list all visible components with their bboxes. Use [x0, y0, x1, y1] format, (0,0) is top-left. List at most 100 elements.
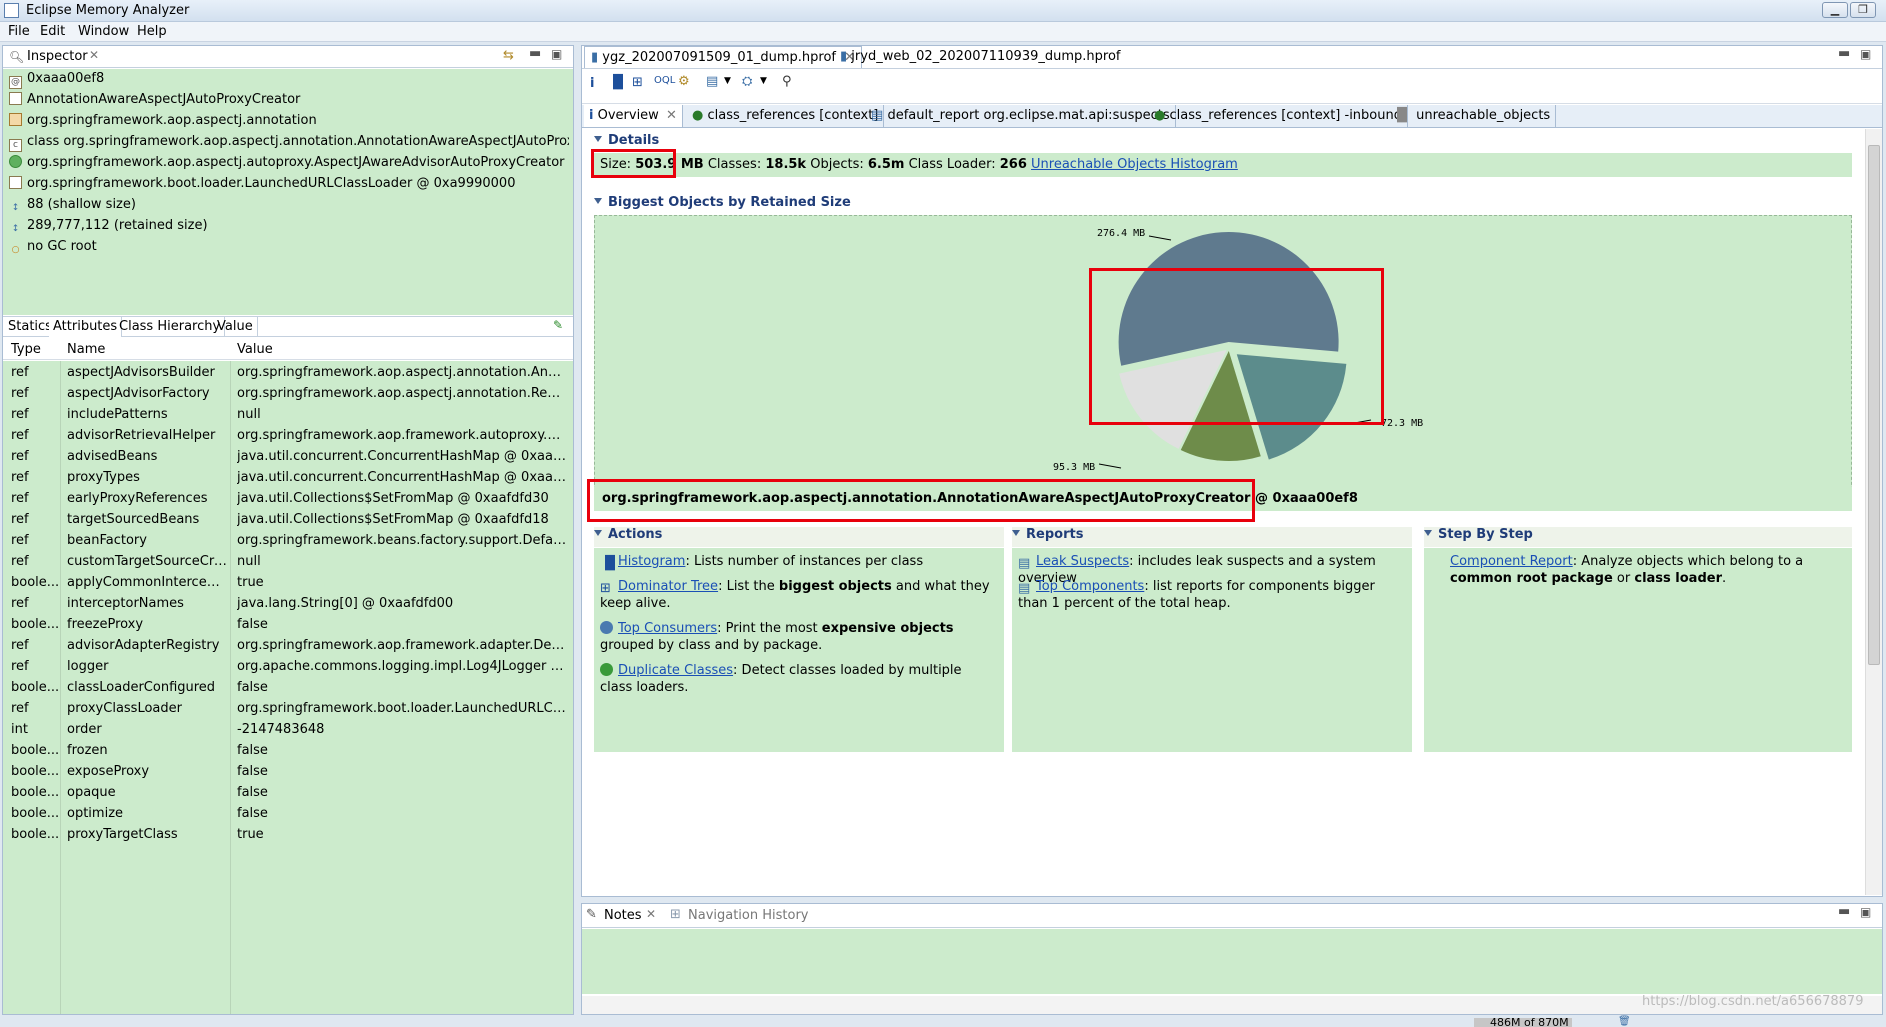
table-row[interactable]: boole... frozen false — [3, 741, 575, 762]
table-row[interactable]: boole... applyCommonIntercepto... true — [3, 573, 575, 594]
list-item[interactable]: org.springframework.aop.aspectj.autoprox… — [9, 155, 569, 176]
unreachable-histogram-link[interactable]: Unreachable Objects Histogram — [1031, 157, 1238, 172]
cell-value: org.springframework.beans.factory.suppor… — [237, 533, 567, 548]
menu-file[interactable]: File — [8, 24, 30, 39]
objects-label: Objects: — [810, 157, 864, 172]
maximize-view-icon[interactable]: ▣ — [551, 47, 562, 61]
tab-class-references[interactable]: ● class_references [context] — [687, 105, 885, 127]
cell-name: opaque — [67, 785, 116, 800]
menu-help[interactable]: Help — [137, 24, 167, 39]
notes-text-area[interactable] — [582, 929, 1882, 994]
cell-value: org.apache.commons.logging.impl.Log4JLog… — [237, 659, 567, 674]
inspector-tab[interactable]: Inspector — [27, 49, 88, 64]
actions-header[interactable]: Actions — [594, 527, 1004, 547]
cell-type: ref — [11, 449, 29, 464]
tab-value[interactable]: Value — [213, 317, 258, 337]
tab-attributes[interactable]: Attributes — [49, 317, 123, 337]
run-report-icon[interactable]: ▤ — [706, 74, 718, 89]
column-type[interactable]: Type — [11, 342, 41, 357]
oql-icon[interactable]: OQL — [654, 75, 675, 86]
list-item[interactable]: org.springframework.boot.loader.Launched… — [9, 176, 569, 197]
close-icon[interactable]: ✕ — [89, 48, 99, 62]
table-row[interactable]: ref advisedBeans java.util.concurrent.Conc… — [3, 447, 575, 468]
step-by-step-header[interactable]: Step By Step — [1424, 527, 1852, 547]
close-icon[interactable]: ✕ — [646, 907, 656, 921]
vertical-scrollbar[interactable] — [1865, 129, 1882, 895]
minimize-view-icon[interactable]: ▬ — [529, 46, 541, 61]
table-row[interactable]: ref proxyClassLoader org.springframework.b… — [3, 699, 575, 720]
table-row[interactable]: ref advisorAdapterRegistry org.springframe… — [3, 636, 575, 657]
table-row[interactable]: ref includePatterns null — [3, 405, 575, 426]
table-row[interactable]: int order -2147483648 — [3, 720, 575, 741]
table-row[interactable]: ref advisorRetrievalHelper org.springframe… — [3, 426, 575, 447]
list-item[interactable]: org.springframework.aop.aspectj.annotati… — [9, 113, 569, 134]
list-item[interactable]: AnnotationAwareAspectJAutoProxyCreator — [9, 92, 569, 113]
column-value[interactable]: Value — [237, 342, 273, 357]
details-panel: Size: 503.9 MB Classes: 18.5k Objects: 6… — [594, 153, 1852, 177]
table-row[interactable]: boole... freezeProxy false — [3, 615, 575, 636]
table-row[interactable]: ref proxyTypes java.util.concurrent.Concur… — [3, 468, 575, 489]
tab-unreachable-objects[interactable]: ▐▌ unreachable_objects — [1387, 105, 1557, 127]
class-file-icon: c — [9, 139, 22, 152]
tab-class-hierarchy[interactable]: Class Hierarchy — [115, 317, 226, 337]
maximize-view-icon[interactable]: ▣ — [1860, 47, 1871, 61]
close-icon[interactable]: ✕ — [666, 108, 677, 123]
table-row[interactable]: ref earlyProxyReferences java.util.Collect… — [3, 489, 575, 510]
pin-icon[interactable]: ✎ — [553, 318, 563, 332]
chevron-down-icon[interactable]: ▼ — [760, 76, 767, 86]
collapse-icon — [1012, 530, 1020, 536]
minimize-view-icon[interactable]: ▬ — [1838, 46, 1850, 61]
table-row[interactable]: ref targetSourcedBeans java.util.Collectio… — [3, 510, 575, 531]
menu-edit[interactable]: Edit — [40, 24, 65, 39]
minimize-view-icon[interactable]: ▬ — [1838, 904, 1850, 919]
table-row[interactable]: boole... opaque false — [3, 783, 575, 804]
table-row[interactable]: boole... optimize false — [3, 804, 575, 825]
menu-window[interactable]: Window — [78, 24, 129, 39]
cell-name: aspectJAdvisorsBuilder — [67, 365, 215, 380]
list-item[interactable]: ↕ 289,777,112 (retained size) — [9, 218, 569, 239]
histogram-icon[interactable]: ▐▌ — [608, 75, 628, 90]
query-browser-icon[interactable]: ⛭ — [742, 74, 752, 89]
table-row[interactable]: ref interceptorNames java.lang.String[0] @… — [3, 594, 575, 615]
table-row[interactable]: ref aspectJAdvisorsBuilder org.springframe… — [3, 363, 575, 384]
biggest-objects-header[interactable]: Biggest Objects by Retained Size — [594, 195, 851, 210]
heap-status[interactable]: 486M of 870M — [1474, 1018, 1572, 1027]
cell-name: interceptorNames — [67, 596, 184, 611]
editor-tab-jryd[interactable]: ▮ jryd_web_02_202007110939_dump.hprof — [834, 46, 1127, 68]
details-header[interactable]: Details — [594, 133, 659, 148]
list-item[interactable]: ○ no GC root — [9, 239, 569, 260]
table-row[interactable]: ref customTargetSourceCrea... null — [3, 552, 575, 573]
editor-subtabs: i Overview ✕ ● class_references [context… — [582, 105, 1882, 128]
maximize-button[interactable]: ❐ — [1850, 2, 1876, 18]
list-item[interactable]: ↕ 88 (shallow size) — [9, 197, 569, 218]
search-icon[interactable]: ⚲ — [782, 74, 792, 89]
column-name[interactable]: Name — [67, 342, 105, 357]
thread-overview-icon[interactable]: ⚙ — [678, 74, 690, 89]
pie-label: 95.3 MB — [1053, 462, 1095, 473]
reports-header[interactable]: Reports — [1012, 527, 1412, 547]
maximize-view-icon[interactable]: ▣ — [1860, 905, 1871, 919]
table-row[interactable]: ref beanFactory org.springframework.beans.… — [3, 531, 575, 552]
tab-class-references-inbound[interactable]: ● class_references [context] -inbound — [1149, 105, 1408, 127]
cell-type: boole... — [11, 575, 60, 590]
tab-navigation-history[interactable]: Navigation History — [688, 908, 809, 923]
list-item[interactable]: c class org.springframework.aop.aspectj.a… — [9, 134, 569, 155]
info-icon[interactable]: i — [590, 76, 594, 91]
table-row[interactable]: boole... classLoaderConfigured false — [3, 678, 575, 699]
minimize-button[interactable]: ▁ — [1822, 2, 1848, 18]
chevron-down-icon[interactable]: ▼ — [724, 76, 731, 86]
tab-overview[interactable]: i Overview ✕ — [584, 105, 683, 127]
tab-default-report[interactable]: ▤ default_report org.eclipse.mat.api:sus… — [866, 105, 1176, 127]
scrollbar-thumb[interactable] — [1868, 145, 1880, 665]
list-item[interactable]: @0xaaa00ef8 — [9, 71, 569, 92]
editor-tab-ygz[interactable]: ▮ ygz_202007091509_01_dump.hprof ✕ — [584, 46, 863, 68]
tab-notes[interactable]: Notes — [604, 908, 642, 923]
dominator-tree-icon[interactable]: ⊞ — [632, 75, 643, 90]
gc-icon[interactable]: 🗑︎ — [1618, 1016, 1631, 1027]
link-icon[interactable]: ⇆ — [503, 48, 514, 63]
table-row[interactable]: ref logger org.apache.commons.logging.impl… — [3, 657, 575, 678]
table-row[interactable]: boole... exposeProxy false — [3, 762, 575, 783]
table-row[interactable]: ref aspectJAdvisorFactory org.springframew… — [3, 384, 575, 405]
histogram-icon: ▐▌ — [1392, 108, 1412, 123]
table-row[interactable]: boole... proxyTargetClass true — [3, 825, 575, 846]
